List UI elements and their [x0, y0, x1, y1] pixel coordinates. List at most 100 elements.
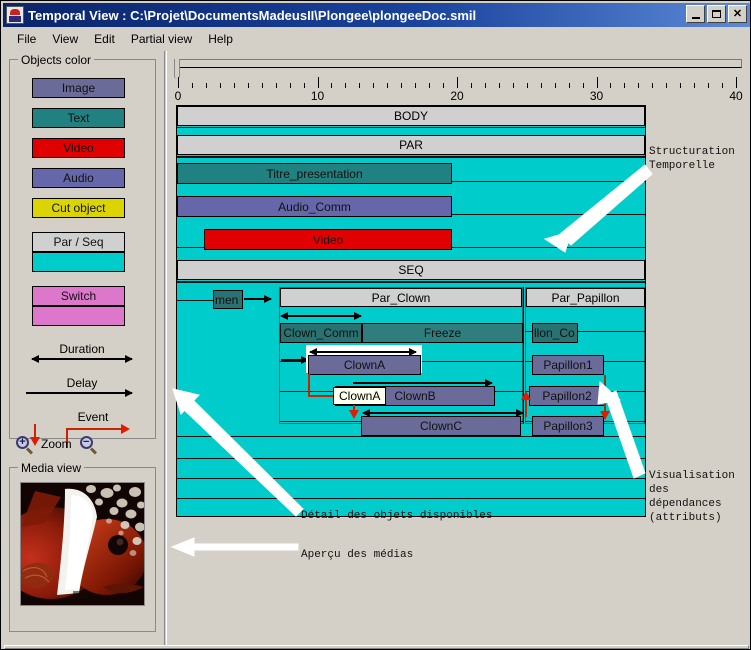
legend-event-label: Event — [77, 410, 109, 424]
timeline-block-clown-comm[interactable]: Clown_Comm — [280, 323, 362, 343]
ruler-tick-major — [317, 77, 319, 88]
zoom-in-icon[interactable]: + — [16, 435, 34, 455]
timeline-row-body[interactable]: BODY — [177, 106, 645, 126]
menu-item-edit[interactable]: Edit — [86, 30, 123, 48]
zoom-controls: + Zoom − — [16, 431, 156, 457]
ruler-label-10: 10 — [310, 89, 325, 103]
temporal-view-window: Temporal View : C:\Projet\DocumentsMadeu… — [0, 0, 751, 650]
legend-title: Objects color — [18, 53, 95, 67]
close-icon: ✕ — [732, 7, 743, 20]
timeline-block-video[interactable]: Video — [204, 229, 452, 250]
ruler-tick-major — [457, 77, 458, 88]
legend-swatch-video[interactable]: Video — [32, 138, 125, 158]
menu-bar: File View Edit Partial view Help — [3, 29, 750, 49]
objects-color-legend: Objects color Image Text Video Audio Cut… — [9, 53, 156, 448]
ruler-label-0: 0 — [174, 89, 182, 103]
ruler-track[interactable] — [176, 59, 742, 68]
legend-duration: Duration — [22, 342, 142, 366]
ruler-tick-minor — [470, 83, 472, 88]
ruler-tick-minor — [512, 83, 514, 88]
ruler-tick-minor — [680, 83, 682, 88]
ruler-tick-minor — [582, 83, 584, 88]
ruler-cursor-handle[interactable] — [174, 59, 180, 79]
zoom-out-icon[interactable]: − — [79, 435, 97, 455]
ruler-tick-minor — [373, 83, 375, 88]
legend-swatch-par-seq-body[interactable] — [32, 252, 125, 272]
ruler-tick-minor — [429, 83, 431, 88]
ruler-tick-minor — [331, 83, 333, 88]
menu-item-view[interactable]: View — [44, 30, 86, 48]
timeline-row-par[interactable]: PAR — [177, 135, 645, 155]
legend-swatch-cut-object[interactable]: Cut object — [32, 198, 125, 218]
ruler-tick-minor — [191, 83, 193, 88]
time-ruler[interactable]: 0 10 20 30 40 — [168, 59, 744, 103]
legend-swatch-switch[interactable]: Switch — [32, 286, 125, 306]
ruler-tick-minor — [610, 83, 612, 88]
close-button[interactable]: ✕ — [728, 5, 747, 23]
ruler-tick-minor — [722, 83, 724, 88]
ruler-tick-minor — [498, 83, 500, 88]
maximize-icon — [712, 10, 721, 18]
clown-a-tooltip: ClownA — [333, 387, 387, 405]
timeline-block-papillon2[interactable]: Papillon2 — [529, 386, 605, 406]
legend-swatch-text[interactable]: Text — [32, 108, 125, 128]
legend-swatch-image[interactable]: Image — [32, 78, 125, 98]
ruler-tick-minor — [401, 83, 403, 88]
menu-item-file[interactable]: File — [9, 30, 44, 48]
legend-swatch-par-seq[interactable]: Par / Seq — [32, 232, 125, 252]
zoom-label: Zoom — [41, 437, 72, 451]
ruler-tick-minor — [624, 83, 626, 88]
ruler-label-30: 30 — [589, 89, 604, 103]
menu-item-partial-view[interactable]: Partial view — [123, 30, 200, 48]
timeline-block-clown-c[interactable]: ClownC — [361, 416, 521, 436]
minimize-button[interactable] — [686, 5, 705, 23]
timeline-block-papillon1[interactable]: Papillon1 — [532, 355, 604, 375]
event-arrow-to-papillon3 — [600, 411, 610, 420]
annotation-detail-objets: Détail des objets disponibles — [301, 510, 493, 522]
timeline-block-papillon-comm[interactable]: llon_Co — [532, 323, 578, 343]
annotation-visualisation-dependances: Visualisation des dépendances (attributs… — [649, 470, 735, 524]
timeline-block-audio-comm[interactable]: Audio_Comm — [177, 196, 452, 217]
duration-arrow-clown-c — [362, 409, 524, 417]
ruler-tick-minor — [708, 83, 710, 88]
annotation-structuration-temporelle: Structuration Temporelle — [649, 146, 735, 172]
legend-swatch-audio[interactable]: Audio — [32, 168, 125, 188]
timeline-row-par-papillon[interactable]: Par_Papillon — [526, 288, 645, 307]
ruler-tick-minor — [540, 83, 542, 88]
media-view-panel: Media view — [9, 461, 156, 632]
timeline-block-freeze[interactable]: Freeze — [362, 323, 523, 343]
delay-arrow-icon — [22, 388, 142, 400]
duration-arrow-clown-comm — [280, 312, 362, 320]
ruler-tick-minor — [303, 83, 305, 88]
ruler-tick-minor — [526, 83, 528, 88]
timeline-row-par-clown[interactable]: Par_Clown — [280, 288, 522, 307]
zoom-in-sign: + — [19, 435, 26, 448]
ruler-tick-minor — [443, 83, 445, 88]
timeline-block-clown-a[interactable]: ClownA — [308, 355, 421, 375]
delay-arrow-to-par-clown — [244, 295, 272, 303]
duration-arrow-icon — [22, 354, 142, 366]
ruler-tick-minor — [638, 83, 640, 88]
maximize-button[interactable] — [707, 5, 726, 23]
event-line-clown-a-horizontal — [308, 395, 336, 397]
timeline-block-documen-clipped[interactable]: men — [213, 290, 243, 309]
legend-delay: Delay — [22, 376, 142, 400]
window-title: Temporal View : C:\Projet\DocumentsMadeu… — [28, 7, 477, 23]
timeline-block-papillon3[interactable]: Papillon3 — [532, 416, 604, 436]
app-icon — [6, 6, 24, 24]
media-preview-image[interactable] — [20, 482, 145, 606]
event-arrow-to-papillon2 — [521, 391, 531, 400]
timeline-area: 0 10 20 30 40 BODY PAR Titre_presentation Au… — [168, 53, 746, 643]
horizontal-scrollbar[interactable] — [4, 645, 749, 649]
event-arrow-to-clown-c — [349, 410, 359, 419]
ruler-tick-minor — [484, 83, 486, 88]
legend-swatch-switch-body[interactable] — [32, 306, 125, 326]
ruler-tick-major — [178, 77, 179, 88]
menu-item-help[interactable]: Help — [200, 30, 241, 48]
timeline-block-titre-presentation[interactable]: Titre_presentation — [177, 163, 452, 184]
ruler-tick-minor — [359, 83, 361, 88]
ruler-tick-minor — [261, 83, 263, 88]
timeline-canvas[interactable]: BODY PAR Titre_presentation Audio_Comm V… — [176, 105, 646, 517]
minimize-icon — [691, 16, 700, 19]
timeline-row-seq[interactable]: SEQ — [177, 260, 645, 280]
